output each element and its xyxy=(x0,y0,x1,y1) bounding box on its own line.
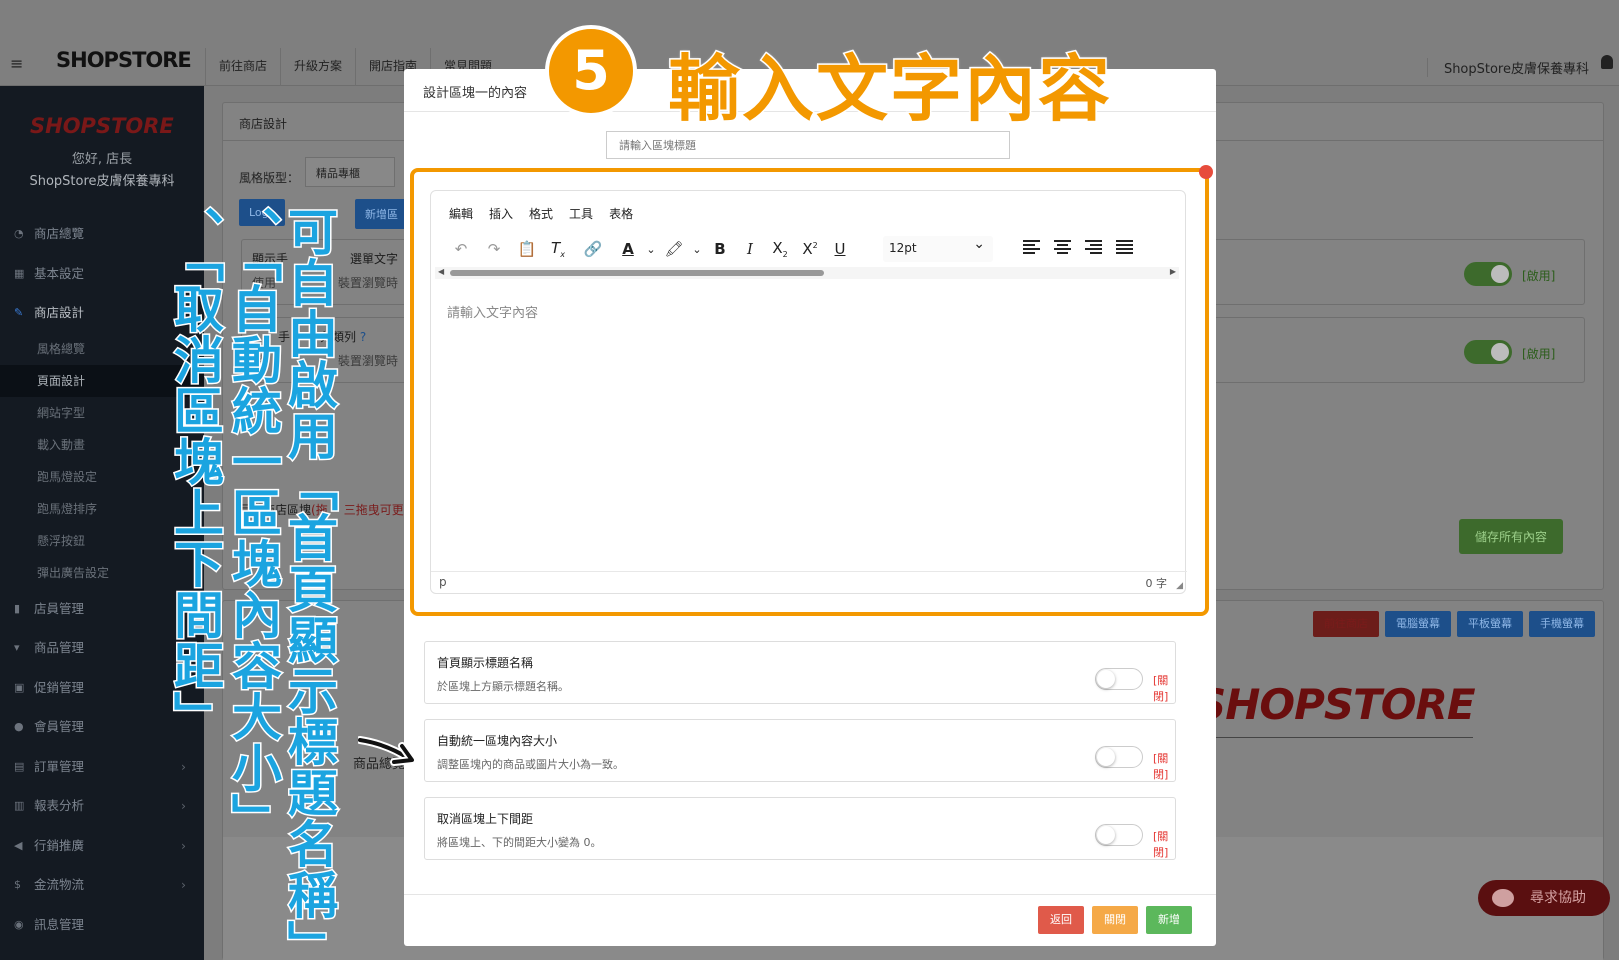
sidebar-item-payment-logistics[interactable]: $ 金流物流 › xyxy=(0,865,204,905)
sidebar-item-label: 行銷推廣 xyxy=(34,837,85,853)
bank-icon: ▦ xyxy=(14,266,25,280)
hamburger-menu-icon[interactable]: ≡ xyxy=(10,54,23,73)
chevron-right-icon: › xyxy=(181,798,186,813)
sidebar-logo: SHOPSTORE xyxy=(30,114,174,138)
modal-title: 設計區塊一的內容 xyxy=(423,86,528,101)
option-uniform-size: 自動統一區塊內容大小 調整區塊內的商品或圖片大小為一致。 [關閉] xyxy=(424,719,1176,782)
option-title: 取消區塊上下間距 xyxy=(437,812,534,826)
add-button[interactable]: 新增 xyxy=(1146,906,1192,934)
preview-desktop-button[interactable]: 電腦螢幕 xyxy=(1385,611,1451,637)
enabled-label: [啟用] xyxy=(1522,347,1556,361)
highlight-frame xyxy=(410,168,1209,616)
option-title: 首頁顯示標題名稱 xyxy=(437,656,534,670)
sidebar-item-label: 商品管理 xyxy=(34,640,85,655)
topbar-logo[interactable]: SHOPSTORE xyxy=(56,48,192,72)
help-chat-icon xyxy=(1492,889,1514,907)
chat-icon: ◉ xyxy=(14,917,24,931)
chevron-right-icon: › xyxy=(181,837,186,853)
option-state: [關閉] xyxy=(1153,752,1169,781)
close-button[interactable]: 關閉 xyxy=(1092,906,1138,934)
sidebar-item-label: 報表分析 xyxy=(34,798,85,813)
step-number-badge: 5 xyxy=(545,25,637,117)
sidebar-item-label: 商店設計 xyxy=(34,305,85,320)
brush-icon: ✎ xyxy=(14,306,24,319)
megaphone-icon: ◀ xyxy=(14,838,23,852)
save-all-button[interactable]: 儲存所有內容 xyxy=(1459,519,1564,554)
preview-logo: SHOPSTORE xyxy=(1196,680,1476,729)
step-title: 輸入文字內容 xyxy=(666,46,1113,133)
sidebar-item-label: 基本設定 xyxy=(34,265,85,281)
toggle-switch[interactable] xyxy=(1095,824,1143,846)
topbar-shop-name[interactable]: ShopStore皮膚保養專科 xyxy=(1426,58,1589,77)
block-content-modal: 設計區塊一的內容 編輯 插入 格式 工具 表格 ↶ ↷ 📋 Tx 🔗 A ⌄ 🖍… xyxy=(404,69,1216,946)
toggle-switch[interactable] xyxy=(1095,668,1143,690)
toggle-switch[interactable] xyxy=(1095,746,1143,768)
sidebar-item-label: 店員管理 xyxy=(34,600,85,616)
users-icon: ● xyxy=(14,720,24,733)
preview-divider xyxy=(1193,737,1473,738)
nav-upgrade[interactable]: 升級方案 xyxy=(280,48,355,86)
bell-icon[interactable] xyxy=(1601,55,1613,69)
sidebar-item-label: 金流物流 xyxy=(34,877,85,892)
sidebar-item-label: 促銷管理 xyxy=(34,679,85,695)
option-title: 自動統一區塊內容大小 xyxy=(437,734,558,748)
sidebar-greeting: 您好, 店長 xyxy=(71,152,133,167)
annotation-column-2: 、「自動統一區塊內容大小」 xyxy=(223,205,284,846)
enabled-label: [啟用] xyxy=(1522,269,1556,283)
sidebar-item-label: 訊息管理 xyxy=(34,916,85,932)
sidebar-item-orders[interactable]: ▤ 訂單管理 › xyxy=(0,747,204,787)
gift-icon: ▣ xyxy=(14,680,25,694)
preview-mobile-button[interactable]: 手機螢幕 xyxy=(1529,611,1595,637)
annotation-column-3: 、「取消區塊上下間距」 xyxy=(165,205,226,744)
preview-tablet-button[interactable]: 平板螢幕 xyxy=(1457,611,1523,637)
toggle-switch[interactable] xyxy=(1464,262,1512,286)
option-state: [關閉] xyxy=(1153,830,1169,859)
option-desc: 將區塊上、下的間距大小變為 0。 xyxy=(437,836,602,849)
arrow-right-icon xyxy=(358,736,416,766)
panel-title: 商店設計 xyxy=(239,117,288,131)
annotation-column-1: 可自由啟用「首頁顯示標題名稱」 xyxy=(279,205,340,960)
chart-icon: ▥ xyxy=(14,799,25,812)
style-label: 風格版型： xyxy=(239,171,300,185)
sidebar-item-label: 訂單管理 xyxy=(34,758,85,774)
sidebar-shop-name: ShopStore皮膚保養專科 xyxy=(29,174,175,189)
sidebar-item-label: 會員管理 xyxy=(34,719,85,734)
order-icon: ▤ xyxy=(14,759,25,773)
preview-go-store-button[interactable]: 前往商店 xyxy=(1313,611,1379,637)
nav-go-store[interactable]: 前往商店 xyxy=(205,48,280,86)
option-state: [關閉] xyxy=(1153,674,1169,703)
sidebar-item-reports[interactable]: ▥ 報表分析 › xyxy=(0,786,204,826)
help-button[interactable]: 尋求協助 xyxy=(1478,880,1610,916)
back-button[interactable]: 返回 xyxy=(1038,906,1084,934)
option-desc: 於區塊上方顯示標題名稱。 xyxy=(437,680,569,693)
cart-icon: ▾ xyxy=(14,641,20,654)
dollar-icon: $ xyxy=(14,878,21,891)
sidebar-item-messages[interactable]: ◉ 訊息管理 xyxy=(0,905,204,945)
style-select[interactable]: 精品專櫃 xyxy=(305,157,395,187)
option-desc: 調整區塊內的商品或圖片大小為一致。 xyxy=(437,758,624,771)
divider xyxy=(404,894,1216,895)
chevron-right-icon: › xyxy=(181,758,186,774)
block-title-input[interactable] xyxy=(606,131,1010,159)
chevron-right-icon: › xyxy=(181,877,186,892)
option-remove-spacing: 取消區塊上下間距 將區塊上、下的間距大小變為 0。 [關閉] xyxy=(424,797,1176,860)
option-show-title: 首頁顯示標題名稱 於區塊上方顯示標題名稱。 [關閉] xyxy=(424,641,1176,704)
speedometer-icon: ◔ xyxy=(14,227,24,240)
lock-icon: ▮ xyxy=(14,601,21,615)
sidebar-item-label: 商店總覽 xyxy=(34,226,85,241)
toggle-switch[interactable] xyxy=(1464,340,1512,364)
help-label: 尋求協助 xyxy=(1530,890,1586,906)
add-block-button[interactable]: 新增區 xyxy=(355,199,408,229)
sidebar-item-marketing[interactable]: ◀ 行銷推廣 › xyxy=(0,826,204,866)
notice-dot xyxy=(1199,165,1213,179)
